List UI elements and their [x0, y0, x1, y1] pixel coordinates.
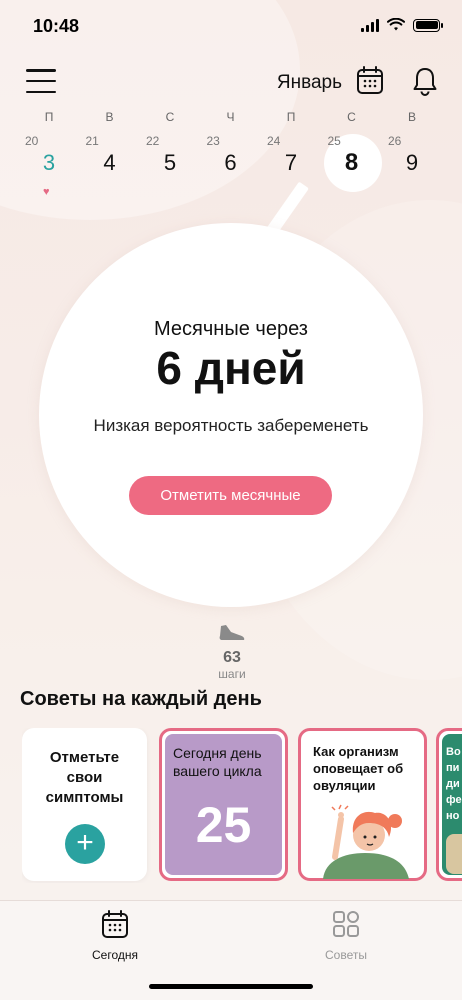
period-in-label: Месячные через [154, 318, 308, 340]
calendar-icon [357, 66, 383, 94]
weekday-letter: П [44, 110, 54, 124]
day-cycle-number: 22 [146, 134, 160, 148]
day-1[interactable]: В 21 4 [80, 110, 140, 194]
day-number: 3 [42, 150, 56, 175]
calendar-icon [102, 910, 128, 938]
day-0[interactable]: П 20 3 ♥ [19, 110, 79, 198]
battery-icon [413, 18, 443, 32]
day-6[interactable]: В 26 9 [382, 110, 442, 194]
tips-carousel[interactable]: Отметьте свои симптомы + Сегодня день ва… [22, 728, 462, 883]
steps-label: шаги [218, 667, 246, 681]
day-cell[interactable]: 21 4 [80, 134, 140, 194]
day-cycle-number: 24 [267, 134, 281, 148]
month-label[interactable]: Январь [277, 72, 342, 94]
day-number: 8 [344, 149, 359, 176]
add-symptoms-button[interactable]: + [65, 824, 105, 864]
day-number: 5 [163, 150, 177, 175]
status-time: 10:48 [33, 16, 80, 36]
cycle-day-number: 25 [195, 797, 252, 853]
next-tip-text: Во пи ди фе но [446, 746, 462, 822]
symptoms-card-text: Отметьте свои симптомы [45, 749, 124, 806]
day-cell[interactable]: 24 7 [261, 134, 321, 194]
ovulation-story-card[interactable]: Как организм оповещает об овуляции [298, 728, 427, 881]
day-number: 7 [284, 150, 298, 175]
steps-widget[interactable]: 63 шаги [205, 622, 259, 681]
weekday-letter: В [105, 110, 114, 124]
day-cycle-number: 20 [25, 134, 39, 148]
status-icons [361, 18, 443, 32]
day-number: 9 [405, 150, 419, 175]
weekday-letter: С [165, 110, 175, 124]
heart-icon: ♥ [43, 186, 50, 198]
day-cycle-number: 21 [85, 134, 99, 148]
weekday-letter: В [407, 110, 416, 124]
grid-icon [333, 911, 359, 937]
day-5[interactable]: С 25 8 [322, 110, 382, 194]
tab-today[interactable]: Сегодня [65, 909, 165, 962]
wifi-icon [387, 18, 405, 31]
weekday-letter: Ч [226, 110, 235, 124]
shoe-icon [219, 625, 245, 640]
menu-button[interactable] [26, 69, 56, 93]
steps-count: 63 [223, 649, 241, 666]
tips-title: Советы на каждый день [20, 688, 262, 710]
day-number: 4 [103, 150, 116, 175]
day-4[interactable]: П 24 7 [261, 110, 321, 194]
ovulation-story-text: Как организм оповещает об овуляции [313, 744, 404, 793]
day-cell[interactable]: 26 9 [382, 134, 442, 194]
next-tip-card[interactable]: Во пи ди фе но [436, 728, 462, 881]
header: Январь [0, 60, 462, 104]
home-indicator [149, 984, 313, 989]
day-cell[interactable]: 20 3 ♥ [19, 134, 79, 198]
day-cell[interactable]: 22 5 [140, 134, 200, 194]
day-cycle-number: 25 [327, 134, 341, 148]
pregnancy-probability: Низкая вероятность забеременеть [93, 416, 369, 435]
cycle-circle: Месячные через 6 дней Низкая вероятность… [39, 223, 423, 607]
day-2[interactable]: С 22 5 [140, 110, 200, 194]
bell-icon [413, 68, 437, 96]
cycle-day-card[interactable]: Сегодня день вашего цикла 25 [159, 728, 288, 881]
cycle-day-text: Сегодня день вашего цикла [173, 745, 262, 779]
tab-today-label: Сегодня [92, 948, 138, 962]
tab-tips-label: Советы [325, 948, 367, 962]
week-strip: П 20 3 ♥ В 21 4 С 22 5 Ч 23 6 П 24 7 С 25 8 В 26 9 [19, 110, 442, 198]
day-cycle-number: 26 [388, 134, 402, 148]
tab-tips[interactable]: Советы [296, 909, 396, 962]
notifications-button[interactable] [412, 66, 438, 101]
day-3[interactable]: Ч 23 6 [201, 110, 261, 194]
day-cycle-number: 23 [206, 134, 220, 148]
day-cell[interactable]: 23 6 [201, 134, 261, 194]
period-days-count: 6 дней [156, 342, 306, 394]
weekday-letter: С [347, 110, 356, 124]
day-number: 6 [224, 150, 237, 175]
log-period-button[interactable]: Отметить месячные [129, 476, 332, 515]
symptoms-card[interactable]: Отметьте свои симптомы + [22, 728, 147, 881]
day-cell[interactable]: 25 8 [322, 134, 382, 194]
woman-illustration-icon [323, 804, 409, 879]
status-bar: 10:48 [0, 0, 462, 54]
calendar-button[interactable] [356, 65, 384, 100]
signal-icon [361, 18, 379, 32]
weekday-letter: П [286, 110, 296, 124]
